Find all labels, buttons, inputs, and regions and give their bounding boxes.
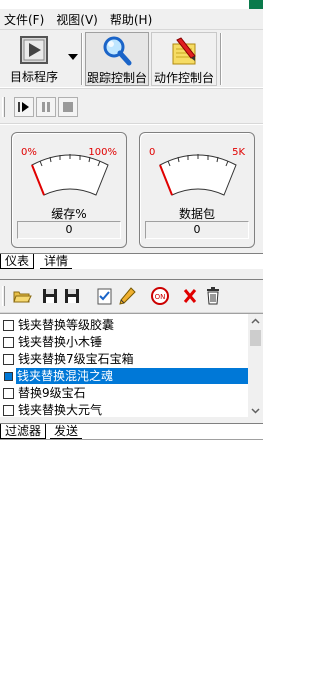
filter-toolbar: ON (0, 279, 263, 313)
red-x-icon (183, 289, 197, 303)
floppy-icon (43, 289, 57, 303)
list-item[interactable]: 钱夹替换等级胶囊 (0, 317, 248, 334)
on-badge-icon: ON (151, 287, 169, 305)
cache-gauge: 0% 100% 缓存% 0 (11, 132, 127, 248)
item-label: 钱夹替换小木锤 (18, 335, 103, 349)
toolbar-grip[interactable] (2, 97, 5, 117)
action-console-label: 动作控制台 (153, 71, 214, 85)
gauge-min-label: 0% (21, 147, 37, 158)
item-checkbox[interactable] (3, 320, 14, 331)
list-item[interactable]: 替换9级宝石 (0, 385, 248, 402)
play-icon (18, 102, 29, 112)
title-bar (0, 0, 263, 9)
scroll-down-button[interactable] (248, 403, 263, 418)
menu-help[interactable]: 帮助(H) (106, 11, 156, 28)
item-checkbox[interactable] (3, 405, 14, 416)
menu-file[interactable]: 文件(F) (0, 11, 48, 28)
target-program-label: 目标程序 (9, 70, 58, 84)
item-checkbox[interactable] (3, 337, 14, 348)
packet-gauge: 0 5K 数据包 0 (139, 132, 255, 248)
item-label: 钱夹替换混沌之魂 (16, 368, 248, 384)
target-program-button[interactable]: 目标程序 (2, 32, 66, 86)
svg-text:ON: ON (155, 293, 166, 301)
chevron-up-icon (251, 318, 260, 324)
floppy-icon (65, 289, 79, 303)
list-item[interactable]: 钱夹替换小木锤 (0, 334, 248, 351)
stop-button[interactable] (58, 97, 78, 117)
menu-view[interactable]: 视图(V) (52, 11, 102, 28)
gauge-max-label: 100% (88, 147, 117, 158)
open-folder-button[interactable] (12, 286, 32, 306)
gauge-title: 数据包 (178, 207, 215, 221)
item-label: 钱夹替换大元气 (18, 403, 103, 417)
trash-icon (207, 287, 219, 305)
magnifier-icon (101, 35, 133, 67)
gauge-value: 0 (145, 221, 249, 239)
item-label: 替换9级宝石 (18, 386, 86, 400)
item-checkbox[interactable] (3, 371, 14, 382)
playback-toolbar (0, 88, 263, 124)
pencil-icon (168, 35, 200, 67)
top-tab-strip: 仪表 详情 (0, 253, 263, 269)
folder-open-icon (13, 291, 32, 303)
stop-icon (63, 102, 73, 112)
gauge-title: 缓存% (51, 207, 87, 221)
scroll-thumb[interactable] (250, 330, 261, 346)
list-item[interactable]: 钱夹替换7级宝石宝箱 (0, 351, 248, 368)
list-item-selected[interactable]: 钱夹替换混沌之魂 (0, 368, 248, 385)
chevron-down-icon[interactable] (68, 54, 78, 60)
play-button[interactable] (14, 97, 34, 117)
item-checkbox[interactable] (3, 354, 14, 365)
panel-divider (0, 269, 263, 279)
play-window-icon (18, 34, 50, 66)
gauges-panel: 0% 100% 缓存% 0 0 5K 数据包 0 (0, 125, 263, 253)
chevron-down-icon (251, 408, 260, 414)
edit-button[interactable] (117, 286, 137, 306)
checklist-icon (97, 288, 112, 305)
item-label: 钱夹替换7级宝石宝箱 (18, 352, 134, 366)
vertical-scrollbar[interactable] (248, 314, 263, 418)
pause-icon (42, 102, 50, 112)
pause-button[interactable] (36, 97, 56, 117)
item-label: 钱夹替换等级胶囊 (18, 318, 115, 332)
gauge-max-label: 5K (232, 147, 245, 158)
trash-button[interactable] (203, 286, 223, 306)
toggle-on-button[interactable]: ON (150, 286, 170, 306)
pen-icon (119, 287, 136, 305)
tab-gauges[interactable]: 仪表 (0, 254, 35, 269)
save-as-button[interactable] (62, 286, 82, 306)
menu-bar: 文件(F) 视图(V) 帮助(H) (0, 9, 263, 29)
trace-console-button[interactable]: 跟踪控制台 (85, 32, 149, 86)
delete-button[interactable] (180, 286, 200, 306)
item-checkbox[interactable] (3, 388, 14, 399)
title-accent (249, 0, 263, 9)
main-toolbar: 目标程序 跟踪控制台 动作控制台 (0, 29, 263, 87)
tab-send[interactable]: 发送 (50, 424, 83, 439)
tab-filter[interactable]: 过滤器 (0, 424, 47, 439)
scroll-up-button[interactable] (248, 314, 263, 329)
filter-list: 钱夹替换等级胶囊 钱夹替换小木锤 钱夹替换7级宝石宝箱 钱夹替换混沌之魂 替换9… (0, 313, 263, 418)
action-console-button[interactable]: 动作控制台 (151, 32, 217, 86)
trace-console-label: 跟踪控制台 (86, 71, 147, 85)
toolbar-separator (81, 33, 83, 85)
save-button[interactable] (40, 286, 60, 306)
gauge-value: 0 (17, 221, 121, 239)
gauge-min-label: 0 (149, 147, 156, 158)
divider-line (0, 439, 263, 440)
tab-details[interactable]: 详情 (40, 254, 73, 269)
bottom-tab-strip: 过滤器 发送 (0, 423, 263, 439)
check-list-button[interactable] (95, 286, 115, 306)
toolbar-separator (220, 33, 222, 85)
toolbar-grip[interactable] (2, 286, 5, 306)
